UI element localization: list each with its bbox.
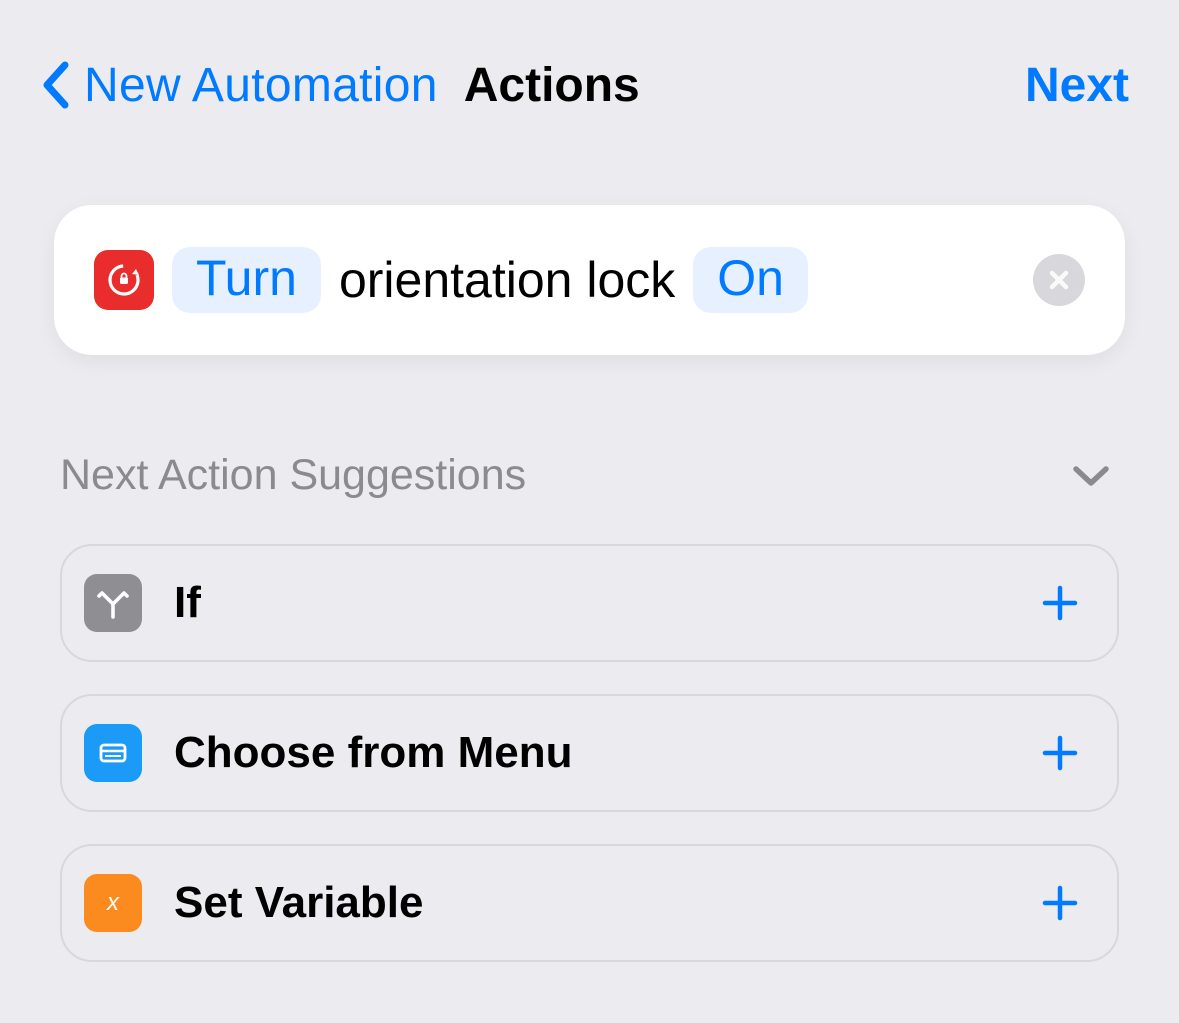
variable-icon: x	[84, 874, 142, 932]
back-button[interactable]: New Automation	[84, 58, 438, 113]
header-left: New Automation Actions	[30, 55, 640, 115]
suggestion-label: Choose from Menu	[174, 728, 572, 778]
suggestions-title: Next Action Suggestions	[60, 451, 526, 500]
menu-icon	[84, 724, 142, 782]
add-suggestion-button[interactable]	[1035, 878, 1085, 928]
suggestions-section: Next Action Suggestions If Choose from M…	[60, 451, 1119, 962]
header: New Automation Actions Next	[0, 0, 1179, 115]
back-chevron-icon[interactable]	[30, 55, 80, 115]
suggestion-label: Set Variable	[174, 878, 423, 928]
next-button[interactable]: Next	[1025, 58, 1129, 113]
svg-text:x: x	[106, 889, 120, 916]
collapse-suggestions-button[interactable]	[1067, 452, 1115, 500]
add-suggestion-button[interactable]	[1035, 578, 1085, 628]
branch-icon	[84, 574, 142, 632]
add-suggestion-button[interactable]	[1035, 728, 1085, 778]
orientation-lock-icon	[94, 250, 154, 310]
suggestion-label: If	[174, 578, 201, 628]
suggestion-list: If Choose from Menu x Set Variable	[60, 544, 1119, 962]
suggestion-item-if[interactable]: If	[60, 544, 1119, 662]
delete-action-button[interactable]	[1033, 254, 1085, 306]
page-title: Actions	[464, 58, 640, 113]
suggestion-item-choose-from-menu[interactable]: Choose from Menu	[60, 694, 1119, 812]
action-card[interactable]: Turn orientation lock On	[54, 205, 1125, 355]
action-operation-pill[interactable]: Turn	[172, 247, 321, 313]
suggestions-header: Next Action Suggestions	[60, 451, 1119, 500]
action-target-text: orientation lock	[339, 251, 675, 309]
action-state-pill[interactable]: On	[693, 247, 808, 313]
suggestion-item-set-variable[interactable]: x Set Variable	[60, 844, 1119, 962]
